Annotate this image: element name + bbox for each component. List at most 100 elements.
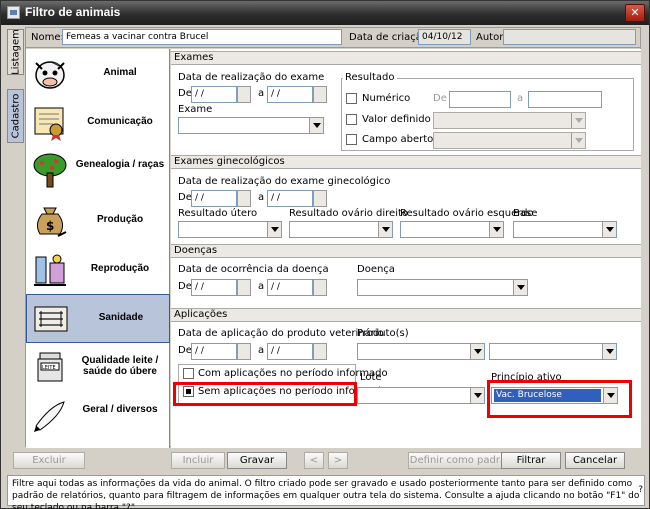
exame-date-from-spinner[interactable] bbox=[237, 86, 251, 103]
exame-data-label: Data de realização do exame bbox=[178, 72, 325, 83]
chevron-down-icon bbox=[378, 222, 392, 237]
category-label: Genealogia / raças bbox=[75, 159, 165, 170]
res-utero-select[interactable] bbox=[178, 221, 282, 238]
aplic-date-from[interactable]: / / bbox=[191, 343, 237, 360]
exame-date-to-spinner[interactable] bbox=[313, 86, 327, 103]
numerico-label: Numérico bbox=[362, 93, 411, 104]
doenca-date-from-spinner[interactable] bbox=[237, 279, 251, 296]
lote-select[interactable] bbox=[357, 387, 485, 404]
category-label: Comunicação bbox=[87, 116, 153, 127]
app-icon bbox=[7, 6, 20, 19]
cancelar-button[interactable]: Cancelar bbox=[565, 452, 625, 469]
valor-definido-select[interactable] bbox=[433, 112, 586, 129]
valor-definido-checkbox[interactable] bbox=[346, 114, 357, 125]
category-reproducao[interactable]: Reprodução bbox=[26, 245, 170, 294]
certificate-icon bbox=[34, 107, 64, 141]
de-label: De bbox=[178, 281, 192, 292]
tree-icon bbox=[33, 153, 67, 188]
aplic-date-to-spinner[interactable] bbox=[313, 343, 327, 360]
valor-definido-label: Valor definido bbox=[362, 114, 431, 125]
ginec-date-from-spinner[interactable] bbox=[237, 190, 251, 207]
produto-select[interactable] bbox=[357, 343, 485, 360]
doenca-date-from[interactable]: / / bbox=[191, 279, 237, 296]
produto-label: Produto(s) bbox=[357, 328, 409, 339]
close-button[interactable]: ✕ bbox=[625, 4, 645, 22]
tab-listagem[interactable]: Listagem bbox=[7, 29, 24, 75]
doenca-data-label: Data de ocorrência da doença bbox=[178, 264, 329, 275]
category-label: Sanidade bbox=[98, 312, 144, 323]
ginec-data-label: Data de realização do exame ginecológico bbox=[178, 176, 391, 187]
section-doencas: Doenças Data de ocorrência da doença De … bbox=[171, 244, 641, 304]
base-select[interactable] bbox=[513, 221, 617, 238]
res-dir-select[interactable] bbox=[289, 221, 393, 238]
cow-icon bbox=[35, 61, 65, 89]
money-bag-icon: $ bbox=[36, 207, 67, 237]
aplic-date-to[interactable]: / / bbox=[267, 343, 313, 360]
category-animal[interactable]: Animal bbox=[26, 49, 170, 98]
prev-button[interactable]: < bbox=[304, 452, 324, 469]
chevron-down-icon bbox=[489, 222, 503, 237]
doenca-select[interactable] bbox=[357, 279, 528, 296]
res-esq-select[interactable] bbox=[400, 221, 504, 238]
com-aplic-checkbox[interactable] bbox=[183, 368, 194, 379]
category-genealogia[interactable]: Genealogia / raças bbox=[26, 147, 170, 196]
status-bar: Filtre aqui todas as informações da vida… bbox=[7, 475, 645, 509]
de-label: De bbox=[178, 192, 192, 203]
vertical-tabs: Listagem Cadastro bbox=[7, 29, 24, 454]
exame-date-from[interactable]: / / bbox=[191, 86, 237, 103]
campo-aberto-checkbox[interactable] bbox=[346, 134, 357, 145]
ginec-date-to[interactable]: / / bbox=[267, 190, 313, 207]
category-producao[interactable]: $ Produção bbox=[26, 196, 170, 245]
numerico-to[interactable] bbox=[528, 91, 602, 108]
doenca-date-to[interactable]: / / bbox=[267, 279, 313, 296]
svg-text:LEITE: LEITE bbox=[42, 365, 56, 371]
numerico-from[interactable] bbox=[449, 91, 511, 108]
category-geral[interactable]: Geral / diversos bbox=[26, 392, 170, 441]
incluir-button[interactable]: Incluir bbox=[171, 452, 225, 469]
title-bar: Filtro de animais ✕ bbox=[1, 1, 649, 25]
section-title: Exames ginecológicos bbox=[171, 155, 641, 169]
doenca-date-to-spinner[interactable] bbox=[313, 279, 327, 296]
doenca-label: Doença bbox=[357, 264, 395, 275]
category-sanidade[interactable]: Sanidade bbox=[26, 294, 170, 343]
svg-text:$: $ bbox=[46, 219, 54, 233]
exame-select[interactable] bbox=[178, 117, 324, 134]
a-label: a bbox=[258, 88, 265, 99]
category-qualidade-leite[interactable]: LEITE Qualidade leite / saúde do úbere bbox=[26, 343, 170, 392]
next-button[interactable]: > bbox=[328, 452, 348, 469]
window-title: Filtro de animais bbox=[25, 5, 121, 19]
aplic-date-from-spinner[interactable] bbox=[237, 343, 251, 360]
numerico-a-label: a bbox=[517, 93, 524, 104]
help-button[interactable]: ? bbox=[638, 485, 643, 495]
exame-date-to[interactable]: / / bbox=[267, 86, 313, 103]
category-label: Animal bbox=[103, 67, 137, 78]
chevron-down-icon bbox=[309, 118, 323, 133]
section-title: Doenças bbox=[171, 244, 641, 258]
excluir-button[interactable]: Excluir bbox=[13, 452, 85, 469]
chevron-down-icon bbox=[470, 388, 484, 403]
ginec-date-to-spinner[interactable] bbox=[313, 190, 327, 207]
filtrar-button[interactable]: Filtrar bbox=[501, 452, 561, 469]
data-criacao-field: 04/10/12 bbox=[418, 29, 471, 45]
definir-padrao-button[interactable]: Definir como padrão bbox=[408, 452, 514, 469]
numerico-checkbox[interactable] bbox=[346, 93, 357, 104]
syringes-icon bbox=[34, 306, 68, 332]
res-utero-label: Resultado útero bbox=[178, 208, 258, 219]
nome-input[interactable]: Femeas a vacinar contra Brucel bbox=[62, 29, 342, 45]
produto-select-2[interactable] bbox=[489, 343, 617, 360]
exame-label: Exame bbox=[178, 104, 213, 115]
chevron-down-icon bbox=[602, 344, 616, 359]
gravar-button[interactable]: Gravar bbox=[227, 452, 287, 469]
res-dir-label: Resultado ovário direito bbox=[289, 208, 409, 219]
autor-label: Autor: bbox=[476, 32, 507, 43]
tab-cadastro[interactable]: Cadastro bbox=[7, 89, 24, 143]
category-comunicacao[interactable]: Comunicação bbox=[26, 98, 170, 147]
section-exames: Exames Data de realização do exame De / … bbox=[171, 51, 641, 155]
category-label: Produção bbox=[96, 214, 144, 225]
campo-aberto-select[interactable] bbox=[433, 132, 586, 149]
section-title: Aplicações bbox=[171, 308, 641, 322]
highlight-sem-aplic bbox=[173, 382, 357, 406]
de-label: De bbox=[178, 345, 192, 356]
ginec-date-from[interactable]: / / bbox=[191, 190, 237, 207]
a-label: a bbox=[258, 281, 265, 292]
